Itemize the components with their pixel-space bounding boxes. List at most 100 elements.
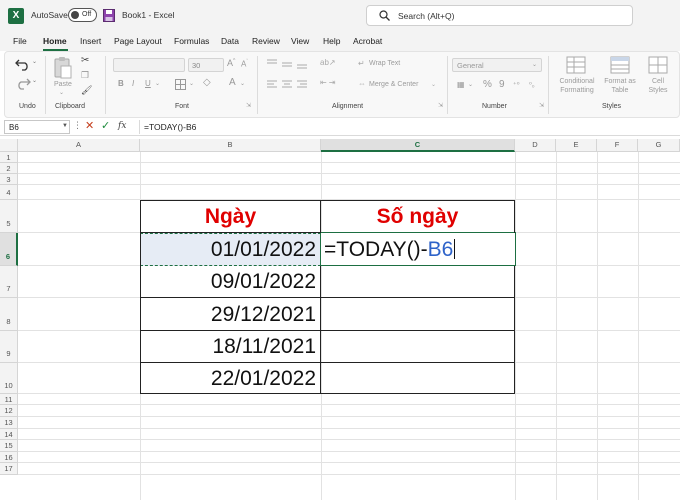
name-box[interactable]: B6 <box>4 120 70 134</box>
cell-b5-header[interactable]: Ngày <box>141 201 320 232</box>
cell-styles-icon[interactable] <box>648 56 668 74</box>
row-header-13[interactable]: 13 <box>0 417 18 429</box>
tab-formulas[interactable]: Formulas <box>174 36 209 46</box>
italic-button[interactable]: I <box>132 79 134 88</box>
tab-view[interactable]: View <box>291 36 309 46</box>
column-header-b[interactable]: B <box>140 139 321 152</box>
select-all-corner[interactable] <box>0 139 18 152</box>
formula-input[interactable]: =TODAY()-B6 <box>139 120 676 134</box>
cell-b7[interactable]: 09/01/2022 <box>141 266 320 297</box>
comma-style-button[interactable]: 9 <box>499 79 505 90</box>
cut-icon[interactable]: ✂ <box>81 55 89 66</box>
column-header-f[interactable]: F <box>597 139 638 152</box>
fill-color-icon[interactable]: ◇ <box>203 77 211 88</box>
borders-icon[interactable] <box>175 79 186 90</box>
shrink-font-icon[interactable]: Aˇ <box>241 59 248 69</box>
row-header-15[interactable]: 15 <box>0 440 18 452</box>
wrap-text-button[interactable]: Wrap Text <box>369 60 400 67</box>
paste-icon[interactable] <box>53 56 73 80</box>
column-header-g[interactable]: G <box>638 139 680 152</box>
undo-dropdown-icon[interactable]: ⌄ <box>32 58 37 65</box>
underline-dropdown-icon[interactable]: ⌄ <box>155 80 160 87</box>
undo-icon[interactable] <box>15 57 31 71</box>
row-header-1[interactable]: 1 <box>0 152 18 163</box>
bold-button[interactable]: B <box>118 79 124 88</box>
tab-insert[interactable]: Insert <box>80 36 101 46</box>
column-header-a[interactable]: A <box>18 139 140 152</box>
row-header-8[interactable]: 8 <box>0 298 18 331</box>
tab-data[interactable]: Data <box>221 36 239 46</box>
font-size-dropdown[interactable]: 30 <box>188 58 224 72</box>
cell-b6[interactable]: 01/01/2022 <box>141 233 320 265</box>
wrap-text-icon[interactable]: ↵ <box>358 59 365 68</box>
conditional-formatting-icon[interactable] <box>566 56 586 74</box>
worksheet-grid[interactable]: A B C D E F G 1 2 3 4 5 6 7 8 9 10 11 12… <box>0 136 680 500</box>
accounting-format-icon[interactable]: ▦ <box>457 80 465 89</box>
row-header-10[interactable]: 10 <box>0 363 18 394</box>
tab-home[interactable]: Home <box>43 36 67 46</box>
accounting-dropdown-icon[interactable]: ⌄ <box>468 81 473 88</box>
paste-label[interactable]: Paste <box>54 81 72 88</box>
cell-b9[interactable]: 18/11/2021 <box>141 331 320 362</box>
font-color-dropdown-icon[interactable]: ⌄ <box>240 80 245 87</box>
borders-dropdown-icon[interactable]: ⌄ <box>189 80 194 87</box>
format-as-table-button[interactable]: Format as Table <box>602 77 638 95</box>
redo-dropdown-icon[interactable]: ⌄ <box>32 77 37 84</box>
search-box[interactable]: Search (Alt+Q) <box>366 5 633 26</box>
merge-center-button[interactable]: Merge & Center <box>369 81 418 88</box>
cell-c5-header[interactable]: Số ngày <box>321 201 514 232</box>
underline-button[interactable]: U <box>145 79 151 88</box>
format-painter-icon[interactable]: 🖌 <box>81 85 92 96</box>
enter-icon[interactable]: ✓ <box>101 121 110 132</box>
row-header-14[interactable]: 14 <box>0 429 18 440</box>
alignment-dialog-launcher-icon[interactable]: ⇲ <box>438 102 443 109</box>
vertical-align-icons[interactable] <box>267 59 311 69</box>
tab-acrobat[interactable]: Acrobat <box>353 36 382 46</box>
horizontal-align-icons[interactable] <box>267 80 311 90</box>
grow-font-icon[interactable]: A^ <box>227 58 235 68</box>
tab-help[interactable]: Help <box>323 36 340 46</box>
cell-b10[interactable]: 22/01/2022 <box>141 363 320 393</box>
tab-page-layout[interactable]: Page Layout <box>114 36 162 46</box>
row-header-9[interactable]: 9 <box>0 331 18 363</box>
cell-c6-formula[interactable]: =TODAY()-B6 <box>321 233 513 265</box>
merge-dropdown-icon[interactable]: ⌄ <box>431 81 436 88</box>
cancel-icon[interactable]: ✕ <box>85 121 94 132</box>
paste-dropdown-icon[interactable]: ⌄ <box>59 89 64 96</box>
row-header-11[interactable]: 11 <box>0 394 18 405</box>
cell-styles-button[interactable]: Cell Styles <box>642 77 674 95</box>
row-header-4[interactable]: 4 <box>0 185 18 200</box>
column-header-c[interactable]: C <box>321 139 515 152</box>
font-color-icon[interactable]: A <box>229 77 236 88</box>
number-dialog-launcher-icon[interactable]: ⇲ <box>539 102 544 109</box>
row-header-6[interactable]: 6 <box>0 233 18 266</box>
row-header-16[interactable]: 16 <box>0 452 18 463</box>
insert-function-icon[interactable]: fx <box>118 121 126 131</box>
increase-decimal-icon[interactable]: ⁺⁰ <box>513 81 520 89</box>
name-box-dropdown-icon[interactable]: ▼ <box>62 123 68 129</box>
copy-icon[interactable]: ❐ <box>81 70 89 81</box>
redo-icon[interactable] <box>15 76 31 90</box>
font-dialog-launcher-icon[interactable]: ⇲ <box>246 102 251 109</box>
decrease-decimal-icon[interactable]: ⁰₀ <box>529 81 535 89</box>
indent-icons[interactable]: ⇤ ⇥ <box>320 78 336 87</box>
number-format-dropdown[interactable]: General ⌄ <box>452 58 542 72</box>
merge-center-icon[interactable]: ⇔ <box>358 79 366 88</box>
tab-review[interactable]: Review <box>252 36 280 46</box>
row-header-3[interactable]: 3 <box>0 174 18 185</box>
column-header-d[interactable]: D <box>515 139 556 152</box>
row-header-12[interactable]: 12 <box>0 405 18 417</box>
format-as-table-icon[interactable] <box>610 56 630 74</box>
save-icon[interactable] <box>103 9 115 22</box>
font-name-dropdown[interactable] <box>113 58 185 72</box>
row-header-2[interactable]: 2 <box>0 163 18 174</box>
conditional-formatting-button[interactable]: Conditional Formatting <box>556 77 598 95</box>
percent-style-button[interactable]: % <box>483 79 492 90</box>
column-header-e[interactable]: E <box>556 139 597 152</box>
tab-file[interactable]: File <box>13 36 27 46</box>
orientation-icon[interactable]: ab↗ <box>320 58 336 67</box>
autosave-toggle[interactable]: Off <box>68 8 97 22</box>
row-header-5[interactable]: 5 <box>0 200 18 233</box>
cell-b8[interactable]: 29/12/2021 <box>141 298 320 330</box>
row-header-7[interactable]: 7 <box>0 266 18 298</box>
